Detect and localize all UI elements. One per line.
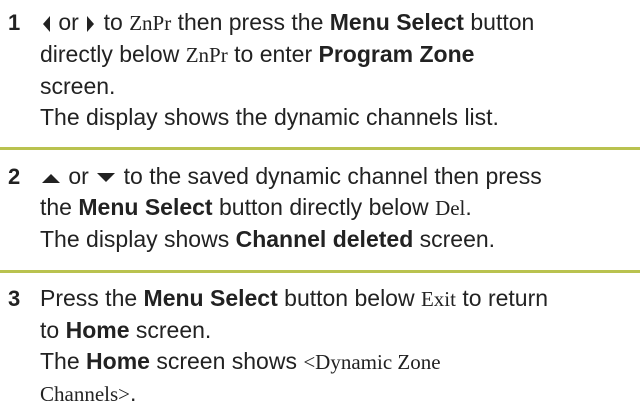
softkey-code: ZnPr bbox=[129, 11, 172, 35]
step-line: The Home screen shows <Dynamic Zone bbox=[40, 346, 634, 378]
text: screen shows bbox=[156, 348, 297, 374]
text: screen. bbox=[40, 73, 116, 99]
softkey-code: ZnPr bbox=[185, 43, 228, 67]
step-line: Press the Menu Select button below Exit … bbox=[40, 283, 634, 315]
step-number: 1 bbox=[8, 10, 21, 35]
text: button below bbox=[284, 285, 415, 311]
menu-select-term: Menu Select bbox=[78, 194, 213, 220]
text: The display shows the dynamic channels l… bbox=[40, 104, 499, 130]
right-arrow-icon bbox=[85, 14, 97, 34]
step-body: or to the saved dynamic channel then pre… bbox=[40, 161, 634, 255]
text: button bbox=[470, 9, 535, 35]
step-line: The display shows the dynamic channels l… bbox=[40, 102, 634, 133]
text: screen. bbox=[419, 226, 496, 252]
text: or bbox=[58, 9, 79, 35]
text: then press the bbox=[177, 9, 324, 35]
text: to bbox=[103, 9, 123, 35]
text: to return bbox=[462, 285, 549, 311]
text: or bbox=[68, 163, 89, 189]
text: to bbox=[40, 317, 60, 343]
text: screen. bbox=[135, 317, 212, 343]
menu-select-term: Menu Select bbox=[329, 9, 464, 35]
display-message: Channels> bbox=[40, 382, 130, 406]
step-line: Channels>. bbox=[40, 378, 634, 410]
divider bbox=[0, 147, 640, 150]
text: . bbox=[130, 380, 137, 406]
home-term: Home bbox=[65, 317, 130, 343]
text: . bbox=[465, 194, 472, 220]
home-term: Home bbox=[86, 348, 150, 374]
step-body: Press the Menu Select button below Exit … bbox=[40, 283, 634, 410]
step-line: the Menu Select button directly below De… bbox=[40, 192, 634, 224]
step-line: screen. bbox=[40, 71, 634, 102]
text: The display shows bbox=[40, 226, 230, 252]
softkey-code: Exit bbox=[420, 287, 456, 311]
channel-deleted-term: Channel deleted bbox=[235, 226, 414, 252]
step-line: directly below ZnPr to enter Program Zon… bbox=[40, 39, 634, 71]
program-zone-term: Program Zone bbox=[318, 41, 475, 67]
text: to enter bbox=[234, 41, 313, 67]
step-line: or to ZnPr then press the Menu Select bu… bbox=[40, 7, 634, 39]
display-message: <Dynamic Zone bbox=[303, 350, 441, 374]
softkey-code: Del bbox=[435, 196, 466, 220]
divider bbox=[0, 270, 640, 273]
left-arrow-icon bbox=[40, 14, 52, 34]
step-line: or to the saved dynamic channel then pre… bbox=[40, 161, 634, 192]
step-line: The display shows Channel deleted screen… bbox=[40, 224, 634, 255]
text: the bbox=[40, 194, 72, 220]
step-number: 3 bbox=[8, 286, 21, 311]
text: Press the bbox=[40, 285, 138, 311]
text: button directly below bbox=[218, 194, 429, 220]
menu-select-term: Menu Select bbox=[143, 285, 278, 311]
up-arrow-icon bbox=[40, 171, 62, 185]
step-line: to Home screen. bbox=[40, 315, 634, 346]
step-number: 2 bbox=[8, 164, 21, 189]
text: The bbox=[40, 348, 80, 374]
step-body: or to ZnPr then press the Menu Select bu… bbox=[40, 7, 634, 133]
down-arrow-icon bbox=[95, 171, 117, 185]
text: directly below bbox=[40, 41, 180, 67]
text: to the saved dynamic channel then press bbox=[123, 163, 542, 189]
